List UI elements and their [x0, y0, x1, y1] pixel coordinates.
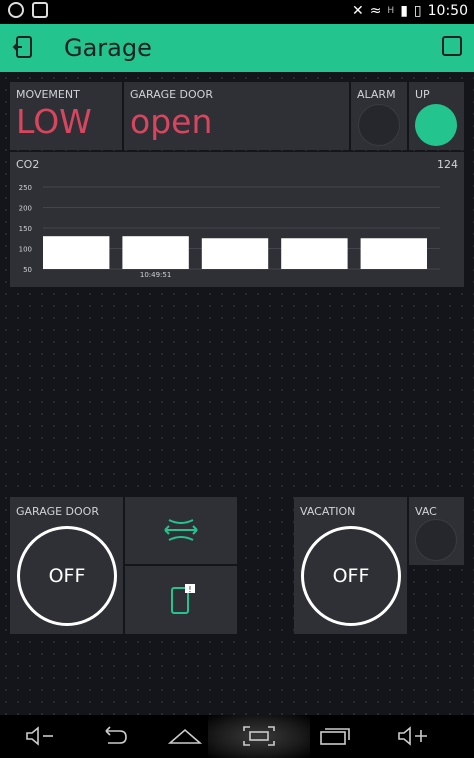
network-type: H [387, 6, 395, 16]
garage-door-button-label: GARAGE DOOR [16, 505, 99, 518]
volume-up-icon[interactable] [396, 725, 432, 747]
dashboard-canvas: MOVEMENT LOW GARAGE DOOR open ALARM UP C… [0, 72, 474, 715]
movement-widget[interactable]: MOVEMENT LOW [10, 82, 122, 150]
up-led [415, 104, 457, 146]
vacation-off-button[interactable]: OFF [301, 526, 401, 626]
vac-widget[interactable]: VAC [409, 497, 464, 565]
phone-notification-icon: ! [171, 584, 195, 614]
garage-door-off-button[interactable]: OFF [17, 526, 117, 626]
alarm-widget[interactable]: ALARM [351, 82, 407, 150]
status-bar: ✕ ≈ H ▮ ▯ 10:50 [0, 0, 474, 24]
garage-door-state-value: open [130, 102, 213, 141]
resize-arrows-icon [164, 519, 198, 541]
battery-icon: ▯ [413, 3, 422, 19]
y-tick-label: 150 [19, 225, 32, 233]
sync-icon [8, 2, 24, 18]
co2-chart-widget[interactable]: CO2 124 250 200 150 100 50 10:49:51 [10, 152, 464, 287]
recent-apps-icon[interactable] [318, 725, 352, 747]
x-tick-label: 10:49:51 [140, 271, 171, 279]
play-stop-toggle[interactable] [442, 36, 462, 56]
y-tick-label: 100 [19, 246, 32, 254]
scan-widget[interactable] [125, 497, 237, 564]
alarm-led [358, 104, 400, 146]
co2-bar [281, 238, 348, 269]
co2-bar [201, 238, 269, 269]
vacation-button-label: VACATION [300, 505, 356, 518]
garage-door-state-widget[interactable]: GARAGE DOOR open [124, 82, 349, 150]
co2-bar-chart: 250 200 150 100 50 10:49:51 [19, 184, 440, 279]
push-notification-widget[interactable]: ! [125, 566, 237, 634]
up-label: UP [415, 88, 430, 101]
y-tick-label: 250 [19, 184, 32, 192]
clipboard-icon [32, 2, 48, 18]
signal-icon: ▮ [400, 3, 408, 19]
back-to-projects-icon[interactable] [12, 34, 36, 60]
app-bar: Garage [0, 24, 474, 72]
system-nav-bar [0, 715, 474, 758]
co2-bar [360, 238, 427, 269]
volume-down-icon[interactable] [24, 725, 56, 747]
co2-bar [122, 236, 189, 269]
co2-bar [43, 236, 110, 269]
vac-label: VAC [415, 505, 437, 518]
svg-text:!: ! [188, 585, 191, 594]
vacation-button-widget[interactable]: VACATION OFF [294, 497, 407, 634]
vac-led [415, 519, 457, 561]
garage-door-state-label: GARAGE DOOR [130, 88, 213, 101]
garage-door-button-widget[interactable]: GARAGE DOOR OFF [10, 497, 123, 634]
app-title: Garage [64, 34, 152, 62]
home-icon[interactable] [168, 725, 202, 747]
movement-value: LOW [16, 102, 92, 141]
up-widget[interactable]: UP [409, 82, 464, 150]
screenshot-icon[interactable] [242, 725, 276, 747]
mute-icon: ✕ [351, 3, 364, 19]
alarm-label: ALARM [357, 88, 396, 101]
y-tick-label: 200 [19, 205, 32, 213]
y-tick-label: 50 [23, 266, 32, 274]
movement-label: MOVEMENT [16, 88, 80, 101]
status-time: 10:50 [427, 3, 468, 19]
back-icon[interactable] [98, 725, 130, 747]
wifi-icon: ≈ [369, 3, 382, 19]
